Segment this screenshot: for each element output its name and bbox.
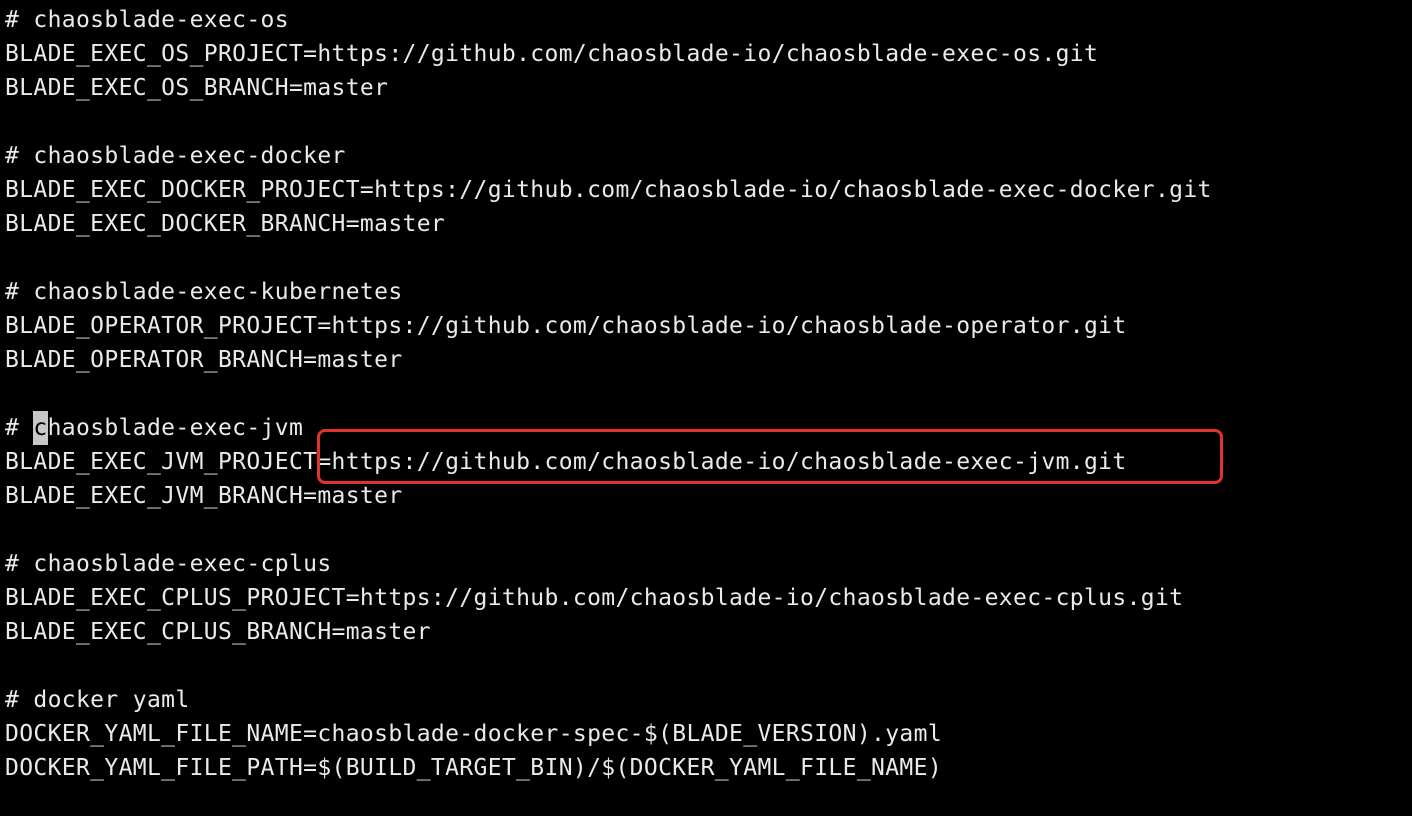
text-cursor: c <box>33 411 48 445</box>
exec-os-project-line: BLADE_EXEC_OS_PROJECT=https://github.com… <box>5 41 1099 67</box>
exec-jvm-branch-line: BLADE_EXEC_JVM_BRANCH=master <box>5 483 403 509</box>
operator-branch-line: BLADE_OPERATOR_BRANCH=master <box>5 347 403 373</box>
exec-jvm-project-line: BLADE_EXEC_JVM_PROJECT=https://github.co… <box>5 449 1127 475</box>
comment-line-exec-cplus: # chaosblade-exec-cplus <box>5 551 332 577</box>
exec-docker-project-line: BLADE_EXEC_DOCKER_PROJECT=https://github… <box>5 177 1212 203</box>
exec-cplus-branch-line: BLADE_EXEC_CPLUS_BRANCH=master <box>5 619 431 645</box>
comment-line-exec-kubernetes: # chaosblade-exec-kubernetes <box>5 279 403 305</box>
comment-line-exec-docker: # chaosblade-exec-docker <box>5 143 346 169</box>
comment-line-exec-jvm: # chaosblade-exec-jvm <box>5 411 303 445</box>
exec-docker-branch-line: BLADE_EXEC_DOCKER_BRANCH=master <box>5 211 446 237</box>
comment-line-docker-yaml: # docker yaml <box>5 687 190 713</box>
exec-os-branch-line: BLADE_EXEC_OS_BRANCH=master <box>5 75 389 101</box>
comment-prefix: # <box>5 415 34 441</box>
docker-yaml-file-path-line: DOCKER_YAML_FILE_PATH=$(BUILD_TARGET_BIN… <box>5 755 943 781</box>
exec-cplus-project-line: BLADE_EXEC_CPLUS_PROJECT=https://github.… <box>5 585 1184 611</box>
docker-yaml-file-name-line: DOCKER_YAML_FILE_NAME=chaosblade-docker-… <box>5 721 943 747</box>
operator-project-line: BLADE_OPERATOR_PROJECT=https://github.co… <box>5 313 1127 339</box>
terminal-window[interactable]: # chaosblade-exec-os BLADE_EXEC_OS_PROJE… <box>0 0 1412 816</box>
comment-line-exec-os: # chaosblade-exec-os <box>5 7 289 33</box>
comment-text: haosblade-exec-jvm <box>47 415 304 441</box>
